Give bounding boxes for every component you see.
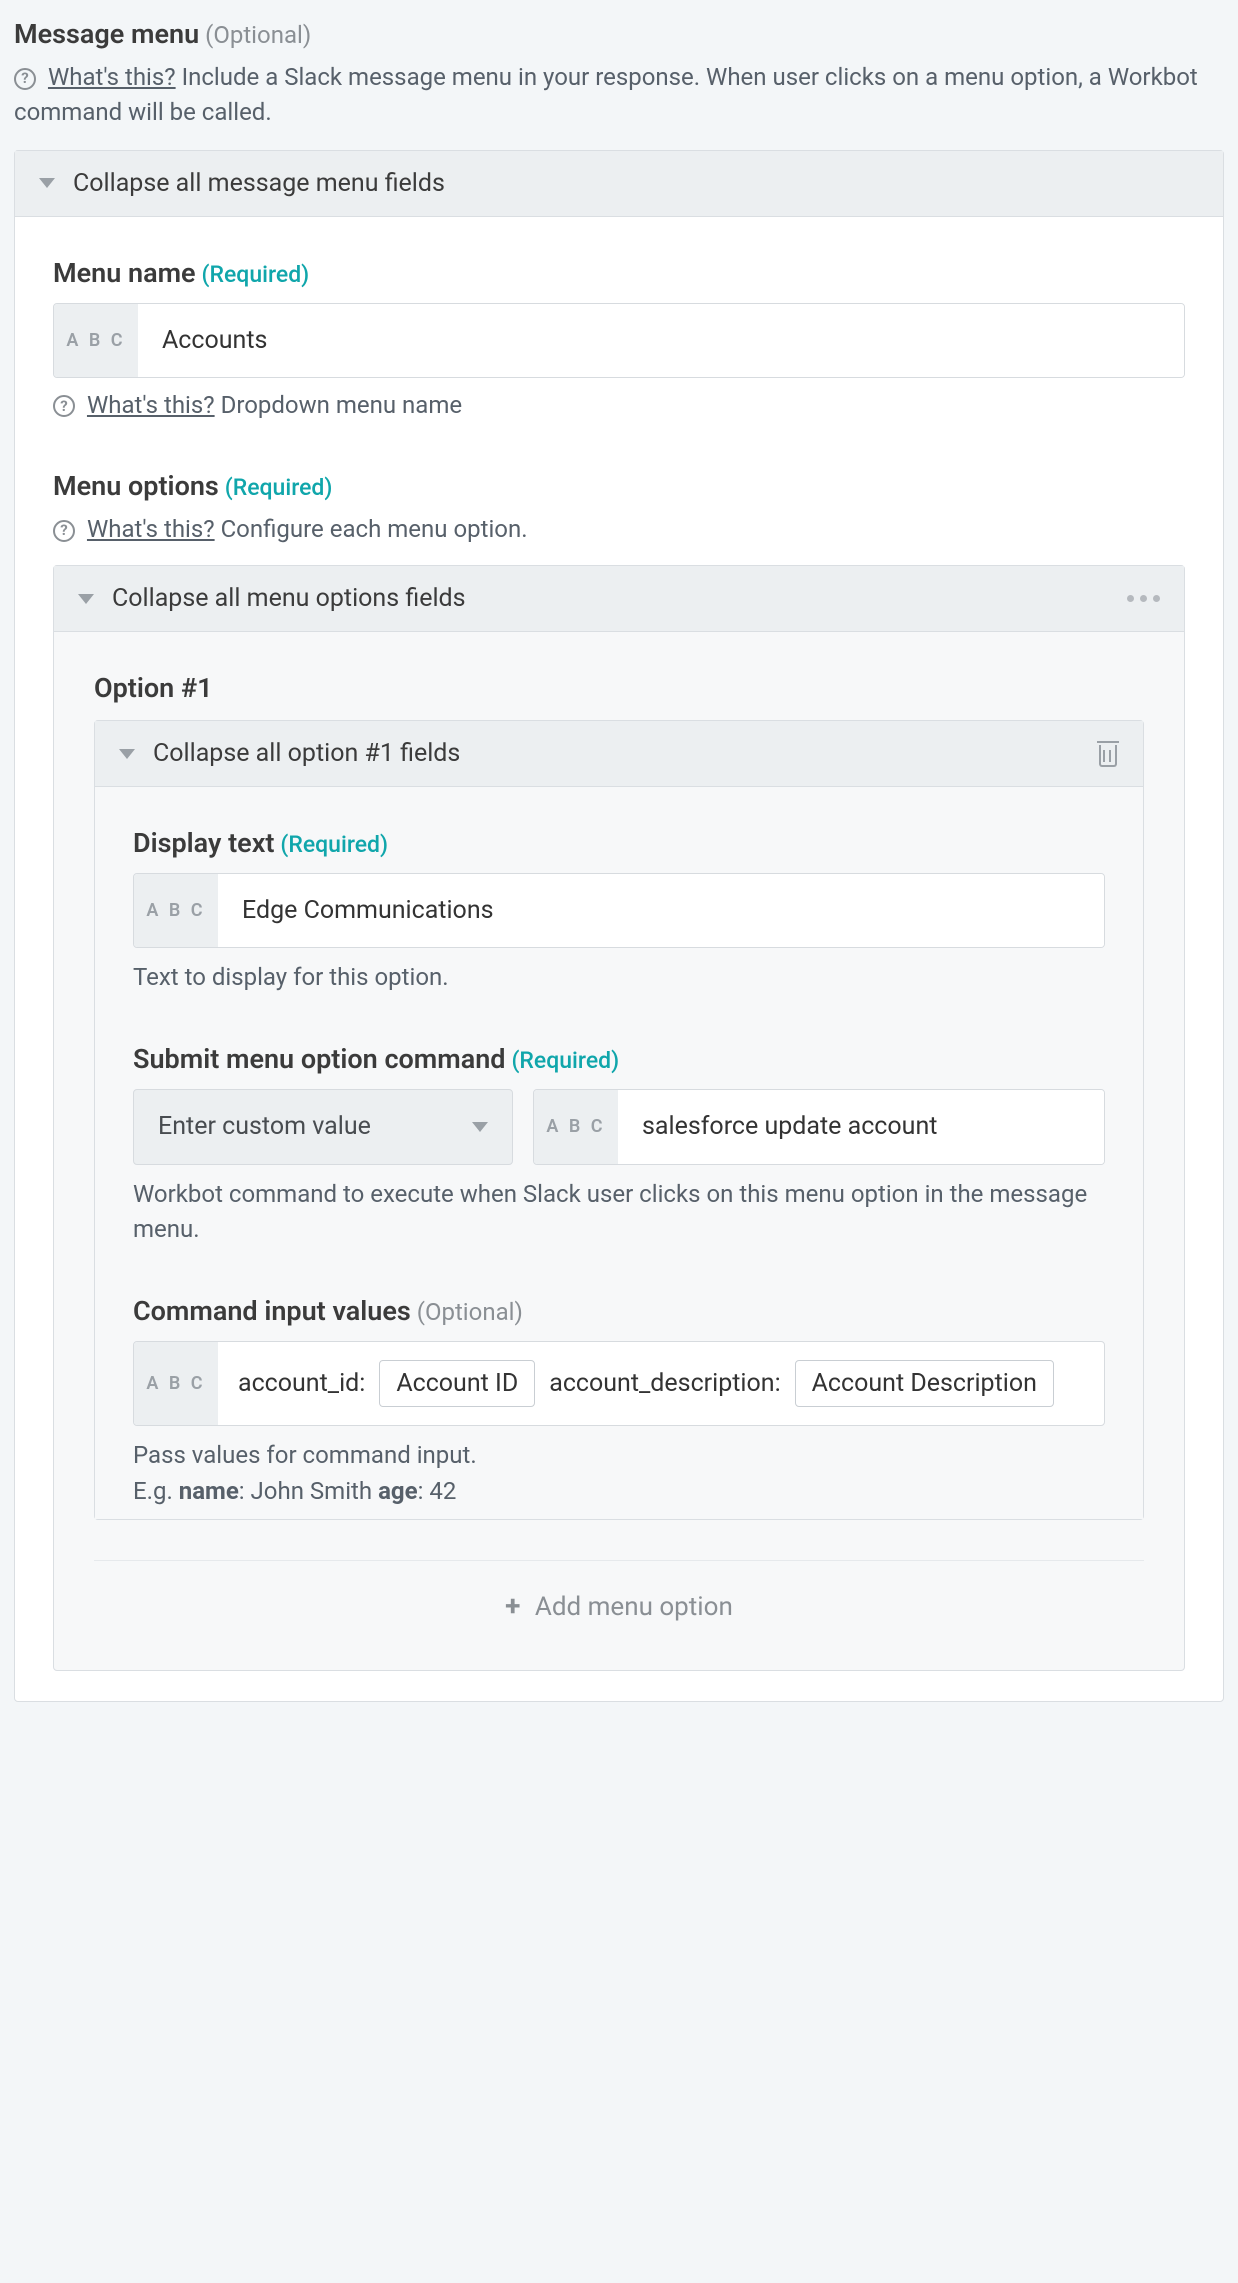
submit-command-input[interactable] xyxy=(618,1090,1104,1164)
menu-options-panel: Collapse all menu options fields Option … xyxy=(53,565,1185,1671)
help-icon: ? xyxy=(53,520,75,542)
plus-icon: + xyxy=(505,1589,520,1622)
optional-tag: (Optional) xyxy=(417,1298,523,1326)
menu-name-label: Menu name xyxy=(53,257,196,289)
command-input-tokens[interactable]: account_id: Account ID account_descripti… xyxy=(218,1342,1104,1425)
command-input-label: Command input values xyxy=(133,1295,411,1327)
submit-command-input-wrap: A B C xyxy=(533,1089,1105,1165)
menu-name-help: ? What's this? Dropdown menu name xyxy=(53,388,1185,423)
command-input-hint-1: Pass values for command input. xyxy=(133,1438,1105,1473)
menu-name-field: Menu name (Required) A B C ? What's this… xyxy=(53,257,1185,423)
collapse-option-1-label: Collapse all option #1 fields xyxy=(153,739,460,768)
message-menu-header: Message menu (Optional) xyxy=(14,18,1224,50)
token-account-description[interactable]: Account Description xyxy=(795,1360,1054,1407)
display-text-label: Display text xyxy=(133,827,274,859)
abc-icon: A B C xyxy=(534,1090,618,1164)
abc-icon: A B C xyxy=(134,874,218,947)
display-text-input[interactable] xyxy=(218,874,1104,947)
message-menu-help: ? What's this? Include a Slack message m… xyxy=(14,60,1224,130)
option-1-panel: Collapse all option #1 fields Display te… xyxy=(94,720,1144,1520)
command-text: account_id: xyxy=(238,1369,365,1398)
command-text: account_description: xyxy=(549,1369,780,1398)
caret-down-icon xyxy=(39,178,55,188)
option-1-title: Option #1 xyxy=(94,672,213,704)
message-menu-description: Include a Slack message menu in your res… xyxy=(14,63,1198,126)
command-input-field: Command input values (Optional) A B C ac… xyxy=(133,1295,1105,1510)
submit-command-hint: Workbot command to execute when Slack us… xyxy=(133,1177,1105,1247)
command-input-hint-2: E.g. name: John Smith age: 42 xyxy=(133,1474,1105,1509)
abc-icon: A B C xyxy=(134,1342,218,1425)
message-menu-panel: Collapse all message menu fields Menu na… xyxy=(14,150,1224,1703)
required-tag: (Required) xyxy=(511,1047,619,1074)
required-tag: (Required) xyxy=(280,831,388,858)
whats-this-link[interactable]: What's this? xyxy=(87,515,215,543)
menu-name-hint: Dropdown menu name xyxy=(221,391,463,419)
menu-options-label: Menu options xyxy=(53,470,219,502)
menu-options-hint: Configure each menu option. xyxy=(221,515,528,543)
collapse-message-menu-bar[interactable]: Collapse all message menu fields xyxy=(15,151,1223,217)
submit-command-select-value: Enter custom value xyxy=(158,1112,371,1141)
collapse-message-menu-label: Collapse all message menu fields xyxy=(73,169,445,198)
collapse-menu-options-bar[interactable]: Collapse all menu options fields xyxy=(54,566,1184,632)
optional-tag: (Optional) xyxy=(205,21,311,49)
submit-command-field: Submit menu option command (Required) En… xyxy=(133,1043,1105,1247)
collapse-menu-options-label: Collapse all menu options fields xyxy=(112,584,466,613)
message-menu-title: Message menu xyxy=(14,18,199,50)
help-icon: ? xyxy=(14,68,36,90)
display-text-hint: Text to display for this option. xyxy=(133,960,1105,995)
collapse-option-1-bar[interactable]: Collapse all option #1 fields xyxy=(95,721,1143,787)
caret-down-icon xyxy=(119,749,135,759)
more-icon[interactable] xyxy=(1127,595,1160,602)
token-account-id[interactable]: Account ID xyxy=(379,1360,535,1407)
command-input-wrap[interactable]: A B C account_id: Account ID account_des… xyxy=(133,1341,1105,1426)
submit-command-label: Submit menu option command xyxy=(133,1043,506,1075)
whats-this-link[interactable]: What's this? xyxy=(87,391,215,419)
add-menu-option-label: Add menu option xyxy=(535,1592,733,1622)
required-tag: (Required) xyxy=(225,474,333,501)
caret-down-icon xyxy=(472,1122,488,1132)
display-text-input-wrap: A B C xyxy=(133,873,1105,948)
display-text-field: Display text (Required) A B C Text to di… xyxy=(133,827,1105,995)
caret-down-icon xyxy=(78,594,94,604)
trash-icon[interactable] xyxy=(1097,741,1119,767)
add-menu-option-button[interactable]: + Add menu option xyxy=(94,1560,1144,1640)
submit-command-select[interactable]: Enter custom value xyxy=(133,1089,513,1165)
help-icon: ? xyxy=(53,395,75,417)
required-tag: (Required) xyxy=(202,261,310,288)
menu-options-field: Menu options (Required) ? What's this? C… xyxy=(53,470,1185,1671)
menu-name-input-wrap: A B C xyxy=(53,303,1185,378)
menu-name-input[interactable] xyxy=(138,304,1184,377)
abc-icon: A B C xyxy=(54,304,138,377)
menu-options-help: ? What's this? Configure each menu optio… xyxy=(53,512,1185,547)
whats-this-link[interactable]: What's this? xyxy=(48,63,176,91)
